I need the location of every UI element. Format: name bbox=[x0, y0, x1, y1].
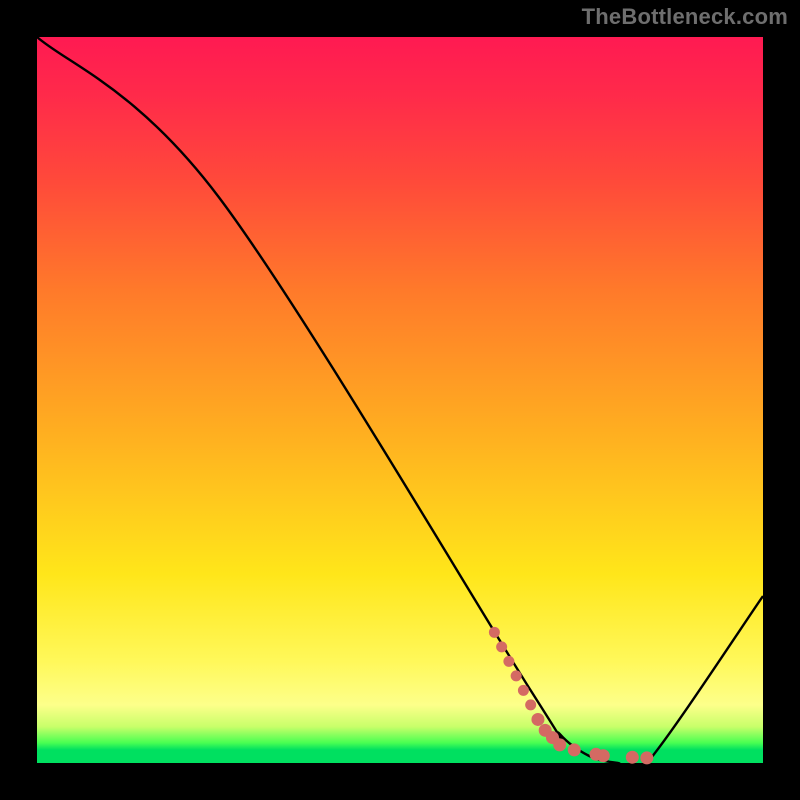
highlight-dot bbox=[640, 751, 653, 764]
highlight-dot bbox=[518, 685, 529, 696]
plot-area bbox=[37, 37, 763, 763]
curve-layer bbox=[37, 37, 763, 763]
highlight-dot bbox=[496, 641, 507, 652]
highlight-dot bbox=[597, 749, 610, 762]
chart-frame: TheBottleneck.com bbox=[0, 0, 800, 800]
bottleneck-curve-path bbox=[37, 37, 763, 776]
highlight-dot bbox=[525, 699, 536, 710]
highlight-dot bbox=[511, 670, 522, 681]
highlight-dot bbox=[531, 713, 544, 726]
highlight-dot bbox=[489, 627, 500, 638]
highlight-dot bbox=[553, 738, 566, 751]
highlight-dot bbox=[626, 751, 639, 764]
highlight-dot bbox=[568, 743, 581, 756]
attribution-label: TheBottleneck.com bbox=[582, 4, 788, 30]
highlight-dot bbox=[503, 656, 514, 667]
